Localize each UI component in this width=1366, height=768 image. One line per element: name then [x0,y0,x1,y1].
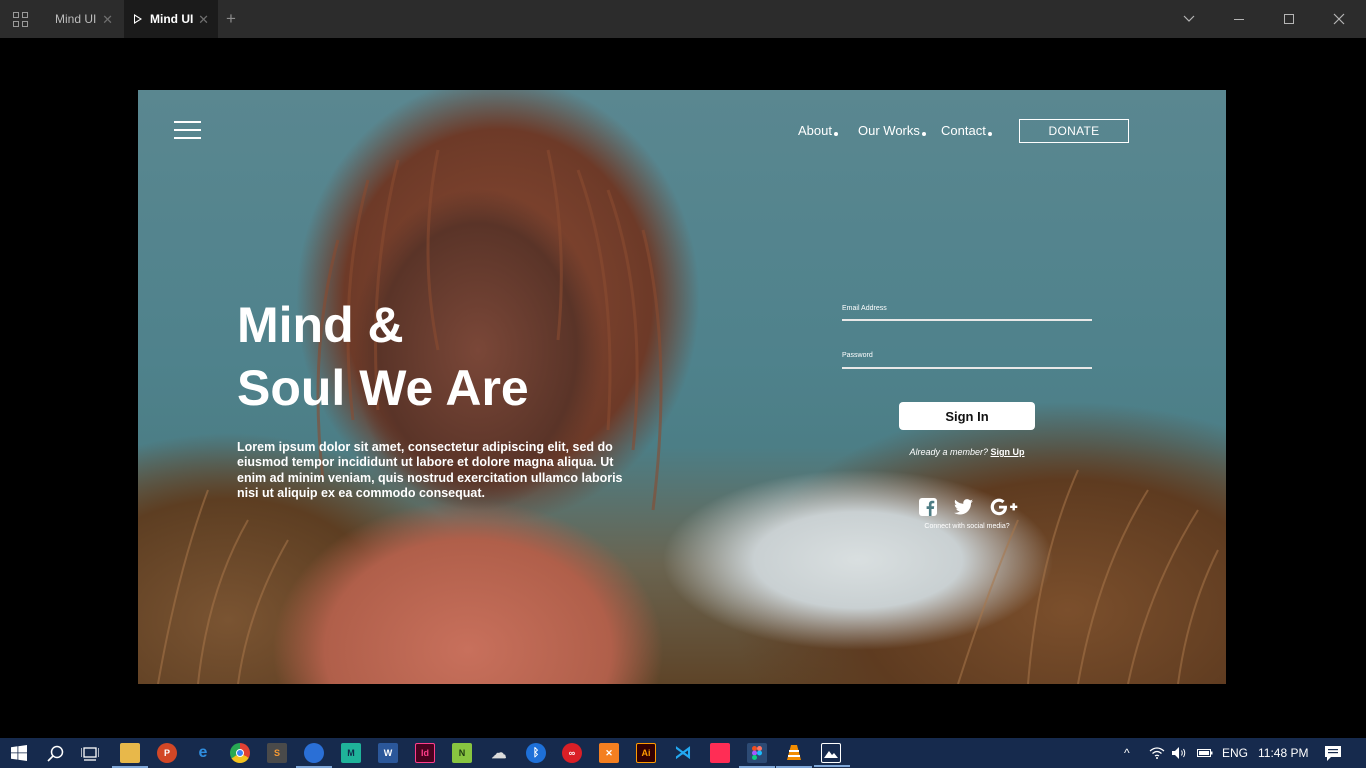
nav-contact-label: Contact [941,123,986,138]
social-caption: Connect with social media? [924,523,1010,530]
wifi-icon[interactable] [1149,738,1165,768]
password-label: Password [842,352,873,359]
notification-icon[interactable] [1325,738,1341,768]
menu-icon[interactable] [174,121,201,141]
close-window-button[interactable] [1314,0,1364,38]
mantra-icon[interactable]: M [341,743,361,763]
nav-contact[interactable]: Contact [941,123,992,138]
illustrator-icon[interactable]: Ai [636,743,656,763]
twitter-icon[interactable] [953,498,973,516]
windows-start-icon[interactable] [9,743,29,763]
creative-cloud-icon[interactable]: ∞ [562,743,582,763]
window-title-bar: Mind UI ✕ Mind UI ✕ + [0,0,1366,38]
figma-icon[interactable] [739,743,775,768]
clock[interactable]: 11:48 PM [1258,738,1308,768]
close-tab-icon[interactable]: ✕ [198,12,209,28]
taskbar: P e S M W Id N ☁ ᛒ ∞ ✕ Ai ⋊ ^ ENG 11:48 … [0,738,1366,768]
bluetooth-icon[interactable]: ᛒ [526,743,546,763]
shape-app-icon[interactable] [710,743,730,763]
tab-mind-ui-active[interactable]: Mind UI ✕ [124,0,218,38]
sign-up-link[interactable]: Sign Up [991,447,1025,457]
chevron-up-icon[interactable]: ^ [1124,738,1130,768]
file-explorer-icon[interactable] [112,743,148,768]
tab-label: Mind UI [55,12,97,26]
member-text: Already a member? [909,447,989,457]
firefox-icon[interactable] [296,743,332,768]
chevron-down-icon[interactable] [1164,0,1214,38]
minimize-button[interactable] [1214,0,1264,38]
xampp-icon[interactable]: ✕ [599,743,619,763]
tab-label: Mind UI [150,12,194,26]
language-indicator[interactable]: ENG [1222,738,1248,768]
close-tab-icon[interactable]: ✕ [102,12,113,28]
maximize-button[interactable] [1264,0,1314,38]
sublime-icon[interactable]: S [267,743,287,763]
indesign-icon[interactable]: Id [415,743,435,763]
headline-line-2: Soul We Are [237,360,529,416]
hero-section: About Our Works Contact DONATE Mind & So… [138,90,1226,684]
task-view-icon[interactable] [80,743,100,763]
chrome-icon[interactable] [230,743,250,763]
hero-headline: Mind & Soul We Are [237,294,657,420]
nav-about-label: About [798,123,832,138]
edge-icon[interactable]: e [193,743,213,763]
app-grid-icon[interactable] [13,12,28,27]
tab-mind-ui-1[interactable]: Mind UI ✕ [40,0,122,38]
password-field[interactable] [842,367,1092,369]
email-label: Email Address [842,305,887,312]
member-prompt: Already a member? Sign Up [842,447,1092,457]
email-field[interactable] [842,319,1092,321]
hero-body-text: Lorem ipsum dolor sit amet, consectetur … [237,440,623,501]
vlc-icon[interactable] [776,743,812,768]
vscode-icon[interactable]: ⋊ [673,743,693,763]
facebook-icon[interactable] [918,498,938,516]
paint-icon[interactable]: ☁ [489,743,509,763]
headline-line-1: Mind & [237,297,404,353]
search-icon[interactable] [45,743,65,763]
nav-works-label: Our Works [858,123,920,138]
play-icon [134,14,142,24]
new-tab-icon[interactable]: + [226,9,236,29]
nav-our-works[interactable]: Our Works [858,123,926,138]
notepad-icon[interactable]: N [452,743,472,763]
volume-icon[interactable] [1172,738,1188,768]
donate-button[interactable]: DONATE [1019,119,1129,143]
word-icon[interactable]: W [378,743,398,763]
photos-icon[interactable] [814,743,850,767]
nav-about[interactable]: About [798,123,838,138]
powerpoint-icon[interactable]: P [157,743,177,763]
sign-in-button[interactable]: Sign In [899,402,1035,430]
google-plus-icon[interactable] [989,498,1019,516]
battery-icon[interactable] [1197,738,1213,768]
